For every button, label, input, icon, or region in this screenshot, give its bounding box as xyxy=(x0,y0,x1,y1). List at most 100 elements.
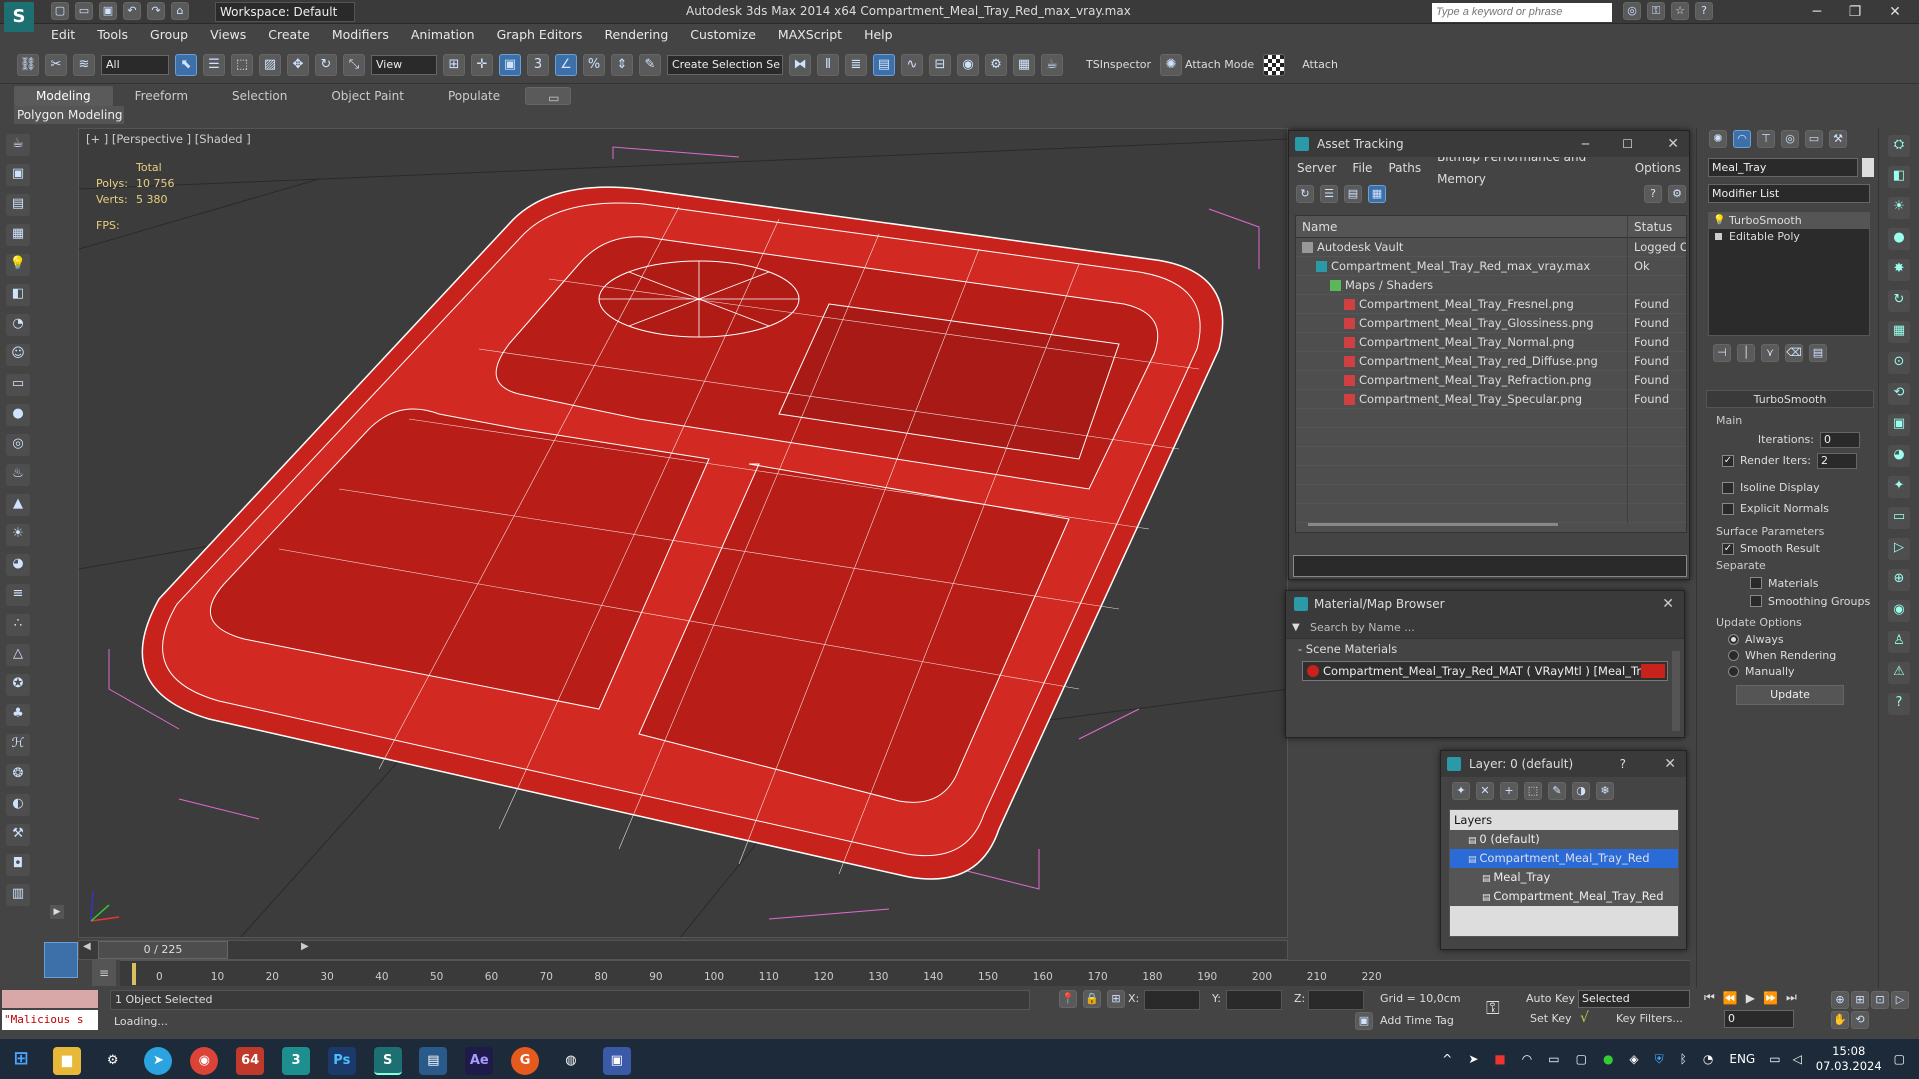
ribbon-tab-populate[interactable]: Populate xyxy=(426,86,522,106)
tools-icon[interactable]: ⚒ xyxy=(6,824,30,846)
smoothing-groups-checkbox[interactable] xyxy=(1750,595,1762,607)
menu-edit[interactable]: Edit xyxy=(40,24,86,46)
plane-icon[interactable]: ▭ xyxy=(6,374,30,396)
telegram-icon[interactable]: ➤ xyxy=(144,1047,173,1075)
dot-light-icon[interactable]: ● xyxy=(1888,228,1910,250)
selection-filter-dropdown[interactable]: All xyxy=(101,54,169,75)
speaker-icon[interactable]: ◔ xyxy=(6,314,30,336)
ribbon-toggle-icon[interactable]: ▤ xyxy=(873,53,895,76)
render-sphere-icon[interactable]: ◐ xyxy=(6,794,30,816)
sun-light-icon[interactable]: ✸ xyxy=(1888,259,1910,281)
angle-snap-icon[interactable]: ∠ xyxy=(555,53,577,76)
fur-icon[interactable]: ❂ xyxy=(6,764,30,786)
smooth-result-checkbox[interactable]: ✓ xyxy=(1722,542,1734,555)
menu-group[interactable]: Group xyxy=(139,24,199,46)
show-end-result-icon[interactable]: │ xyxy=(1737,344,1755,362)
motion-tab-icon[interactable]: ◎ xyxy=(1781,130,1799,148)
pivot-center-icon[interactable]: ⊞ xyxy=(443,53,465,76)
current-frame-field[interactable]: 0 xyxy=(1724,1010,1794,1028)
help-icon[interactable]: ? xyxy=(1695,2,1713,20)
chrome-icon[interactable]: ◉ xyxy=(190,1047,219,1075)
keyboard-shortcut-override-icon[interactable]: ▣ xyxy=(499,53,521,76)
viewport-thumbnail[interactable] xyxy=(44,942,78,978)
orbit-icon[interactable]: ⟲ xyxy=(1851,1011,1869,1029)
frame-icon[interactable]: ▭ xyxy=(1888,507,1910,529)
maxscript-listener[interactable]: "Malicious s xyxy=(2,1010,98,1030)
pan-icon[interactable]: ✋ xyxy=(1831,1011,1849,1029)
asset-help-icon[interactable]: ? xyxy=(1644,185,1662,203)
sun-icon[interactable]: ☀ xyxy=(6,524,30,546)
utilities-tab-icon[interactable]: ⚒ xyxy=(1829,130,1847,148)
new-file-icon[interactable]: ▢ xyxy=(51,2,69,20)
highlight-layer-icon[interactable]: ✎ xyxy=(1548,782,1566,800)
zoom-all-icon[interactable]: ⊞ xyxy=(1851,991,1869,1009)
track-bar[interactable]: 0 10 20 30 40 50 60 70 80 90 100 110 120 130 140 150 160… xyxy=(120,960,1690,986)
render-setup-icon[interactable]: ⚙ xyxy=(985,53,1007,76)
menu-graph-editors[interactable]: Graph Editors xyxy=(486,24,594,46)
ribbon-tab-freeform[interactable]: Freeform xyxy=(113,86,210,106)
volume-icon[interactable]: ◁ xyxy=(1793,1052,1802,1066)
fov-icon[interactable]: ▷ xyxy=(1891,991,1909,1009)
zoom-extents-icon[interactable]: ⊡ xyxy=(1871,991,1889,1009)
asset-horizontal-scrollbar[interactable] xyxy=(1308,523,1558,526)
hair-icon[interactable]: ℋ xyxy=(6,734,30,756)
material-search-input[interactable]: Search by Name ... xyxy=(1310,621,1415,634)
menu-rendering[interactable]: Rendering xyxy=(593,24,679,46)
layer-row[interactable]: ▤ Compartment_Meal_Tray_Red xyxy=(1450,887,1678,906)
named-selection-dropdown[interactable]: Create Selection Se xyxy=(667,54,783,75)
delete-layer-icon[interactable]: ✕ xyxy=(1476,782,1494,800)
manually-radio[interactable] xyxy=(1728,665,1739,677)
rendered-frame-icon[interactable]: ▦ xyxy=(1013,53,1035,76)
stairs-icon[interactable]: ≡ xyxy=(6,584,30,606)
render-iters-checkbox[interactable]: ✓ xyxy=(1722,454,1734,467)
scene-material-item[interactable]: Compartment_Meal_Tray_Red_MAT ( VRayMtl … xyxy=(1302,661,1668,681)
new-layer-icon[interactable]: ✦ xyxy=(1452,782,1470,800)
asset-menu-server[interactable]: Server xyxy=(1289,157,1344,179)
sphere-2-icon[interactable]: ◕ xyxy=(6,554,30,576)
close-button[interactable]: ✕ xyxy=(1873,0,1917,24)
refresh-icon[interactable]: ↻ xyxy=(1296,185,1314,203)
maximize-button[interactable]: ❐ xyxy=(1833,0,1877,24)
refresh-icon[interactable]: ↻ xyxy=(1888,290,1910,312)
material-browser-titlebar[interactable]: Material/Map Browser ✕ xyxy=(1286,591,1684,617)
key-mode-dropdown[interactable]: Selected xyxy=(1578,990,1690,1008)
asset-path-field[interactable] xyxy=(1293,555,1687,577)
layer-window-close-button[interactable]: ✕ xyxy=(1664,751,1676,777)
z-coordinate-field[interactable] xyxy=(1308,990,1364,1010)
curve-editor-icon[interactable]: ∿ xyxy=(901,53,923,76)
menu-maxscript[interactable]: MAXScript xyxy=(767,24,853,46)
notepad-icon[interactable]: ▤ xyxy=(419,1047,448,1075)
reference-coordinate-dropdown[interactable]: View xyxy=(371,54,437,75)
play-panel-icon[interactable]: ▷ xyxy=(1888,538,1910,560)
layer-help-icon[interactable]: ? xyxy=(1620,751,1626,777)
select-object-icon[interactable]: ⬉ xyxy=(175,53,197,76)
bluetooth-icon[interactable]: ᛒ xyxy=(1680,1052,1687,1066)
menu-help[interactable]: Help xyxy=(853,24,904,46)
key-filters-button[interactable]: Key Filters... xyxy=(1616,1012,1683,1025)
snaps-toggle-icon[interactable]: 3 xyxy=(527,53,549,76)
select-layer-icon[interactable]: ⬚ xyxy=(1524,782,1542,800)
headset-tray-icon[interactable]: ◠ xyxy=(1522,1052,1532,1066)
isoline-checkbox[interactable] xyxy=(1722,481,1734,494)
layer-window-titlebar[interactable]: Layer: 0 (default) ? ✕ xyxy=(1441,751,1686,777)
auto-key-label[interactable]: Auto Key xyxy=(1526,992,1575,1005)
set-key-label[interactable]: Set Key xyxy=(1530,1012,1572,1025)
rotate-icon[interactable]: ↻ xyxy=(315,53,337,76)
project-folder-icon[interactable]: ⌂ xyxy=(171,2,189,20)
perspective-viewport[interactable] xyxy=(78,128,1288,938)
materials-checkbox[interactable] xyxy=(1750,577,1762,589)
attach-label[interactable]: Attach xyxy=(1302,58,1338,71)
render-iters-spinner[interactable]: 2 xyxy=(1816,452,1857,469)
zoom-icon[interactable]: ⊕ xyxy=(1831,991,1849,1009)
material-editor-icon[interactable]: ◉ xyxy=(957,53,979,76)
display-tab-icon[interactable]: ▭ xyxy=(1805,130,1823,148)
ribbon-tab-selection[interactable]: Selection xyxy=(210,86,309,106)
column-status-header[interactable]: Status xyxy=(1628,216,1686,238)
time-slider-thumb[interactable]: 0 / 225 xyxy=(98,941,228,959)
cone-icon[interactable]: ▲ xyxy=(6,494,30,516)
key-icon[interactable]: ⚿ xyxy=(1647,2,1665,20)
modify-tab-icon[interactable]: ◠ xyxy=(1733,130,1751,148)
asset-maximize-button[interactable]: ☐ xyxy=(1622,131,1633,157)
x-coordinate-field[interactable] xyxy=(1144,990,1200,1010)
select-by-name-icon[interactable]: ☰ xyxy=(203,53,225,76)
